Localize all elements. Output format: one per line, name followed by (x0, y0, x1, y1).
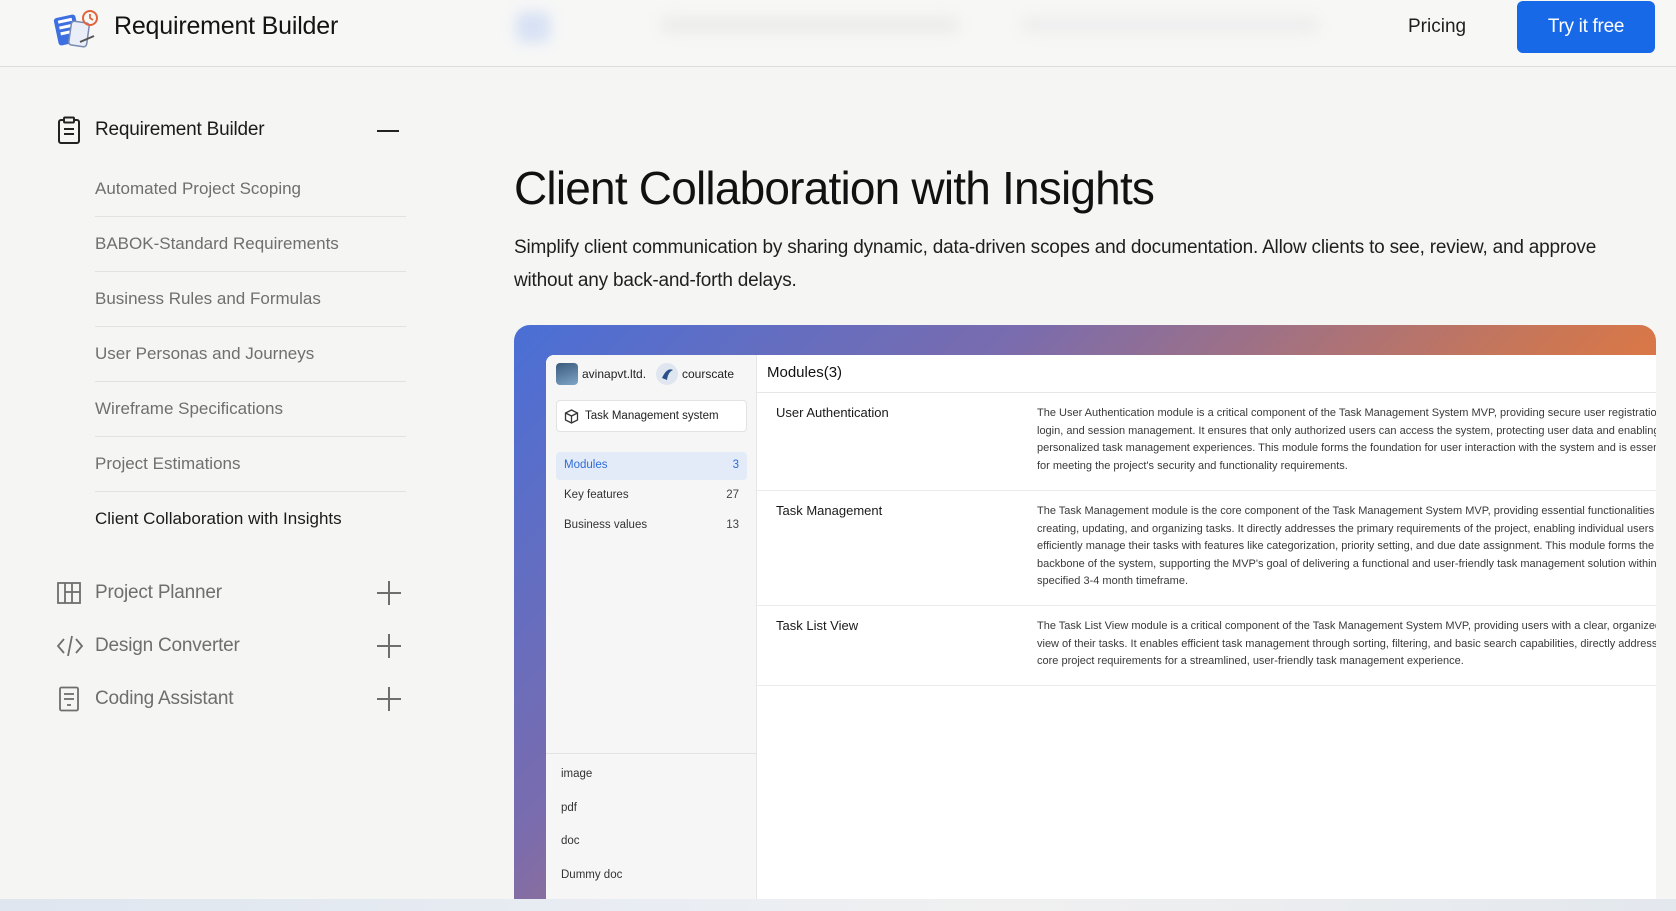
page-description: Simplify client communication by sharing… (514, 237, 1597, 291)
file-item[interactable]: image (561, 768, 592, 780)
org-name[interactable]: courscate (682, 367, 734, 381)
sidebar-item-client-collaboration[interactable]: Client Collaboration with Insights (95, 492, 406, 547)
org-name[interactable]: avinapvt.ltd. (582, 367, 646, 381)
sidebar-item-babok-standard-requirements[interactable]: BABOK-Standard Requirements (95, 217, 406, 272)
module-row[interactable]: User Authentication The User Authenticat… (757, 393, 1656, 491)
sidebar-item-wireframe-specifications[interactable]: Wireframe Specifications (95, 382, 406, 437)
cube-icon (564, 409, 579, 424)
page-title: Client Collaboration with Insights (514, 162, 1155, 214)
brand-name[interactable]: Requirement Builder (114, 12, 338, 41)
count-badge: 27 (726, 489, 739, 501)
document-icon (56, 686, 82, 712)
modules-panel: Modules(3) User Authentication The User … (757, 355, 1656, 899)
count-badge: 13 (726, 519, 739, 531)
module-description: The User Authentication module is a crit… (1037, 407, 1656, 472)
sidebar-item-project-estimations[interactable]: Project Estimations (95, 437, 406, 492)
file-item[interactable]: pdf (561, 802, 577, 814)
modules-title: Modules(3) (767, 364, 843, 381)
org-switcher[interactable]: avinapvt.ltd. courscate (556, 361, 751, 389)
nav-business-values[interactable]: Business values 13 (556, 512, 747, 540)
module-row[interactable]: Task List View The Task List View module… (757, 606, 1656, 686)
sidebar-group-label: Coding Assistant (95, 688, 234, 709)
sidebar-section-label: Requirement Builder (95, 119, 265, 140)
module-name: Task Management (776, 503, 883, 518)
file-item[interactable]: Dummy doc (561, 869, 622, 881)
nav-modules[interactable]: Modules 3 (556, 452, 747, 480)
blurred-header-content (500, 4, 1360, 54)
sidebar-group-project-planner[interactable]: Project Planner (56, 575, 406, 611)
bottom-edge-strip (0, 899, 1676, 911)
project-selector[interactable]: Task Management system (556, 400, 747, 432)
org-avatar (556, 363, 578, 385)
expand-icon[interactable] (377, 634, 401, 658)
file-item[interactable]: doc (561, 835, 580, 847)
feature-preview: avinapvt.ltd. courscate Task Management … (514, 325, 1656, 899)
count-badge: 3 (732, 459, 739, 471)
app-sidebar: avinapvt.ltd. courscate Task Management … (546, 355, 757, 899)
sidebar-item-business-rules[interactable]: Business Rules and Formulas (95, 272, 406, 327)
expand-icon[interactable] (377, 581, 401, 605)
grid-icon (56, 580, 82, 606)
sidebar-group-coding-assistant[interactable]: Coding Assistant (56, 681, 406, 717)
code-icon (56, 633, 84, 659)
nav-key-features[interactable]: Key features 27 (556, 482, 747, 510)
module-name: Task List View (776, 618, 859, 633)
module-description: The Task Management module is the core c… (1037, 505, 1656, 587)
module-name: User Authentication (776, 405, 889, 420)
sidebar-item-user-personas[interactable]: User Personas and Journeys (95, 327, 406, 382)
brand-logo-icon[interactable] (50, 6, 102, 52)
try-it-free-button[interactable]: Try it free (1517, 1, 1655, 53)
app-preview-window: avinapvt.ltd. courscate Task Management … (546, 355, 1656, 899)
sidebar-section-requirement-builder[interactable]: Requirement Builder (56, 112, 406, 150)
clipboard-icon (56, 116, 82, 144)
project-name: Task Management system (585, 410, 719, 422)
sidebar-group-design-converter[interactable]: Design Converter (56, 628, 406, 664)
org-avatar (656, 363, 678, 385)
collapse-icon[interactable] (377, 130, 399, 132)
file-list: image pdf doc Dummy doc (546, 753, 757, 881)
pricing-link[interactable]: Pricing (1408, 16, 1466, 38)
sidebar-group-label: Design Converter (95, 635, 240, 656)
top-navbar: Requirement Builder Pricing Try it free (0, 0, 1676, 67)
expand-icon[interactable] (377, 687, 401, 711)
module-description: The Task List View module is a critical … (1037, 620, 1656, 667)
sidebar-item-automated-project-scoping[interactable]: Automated Project Scoping (95, 162, 406, 217)
module-row[interactable]: Task Management The Task Management modu… (757, 491, 1656, 606)
sidebar-group-label: Project Planner (95, 582, 222, 603)
